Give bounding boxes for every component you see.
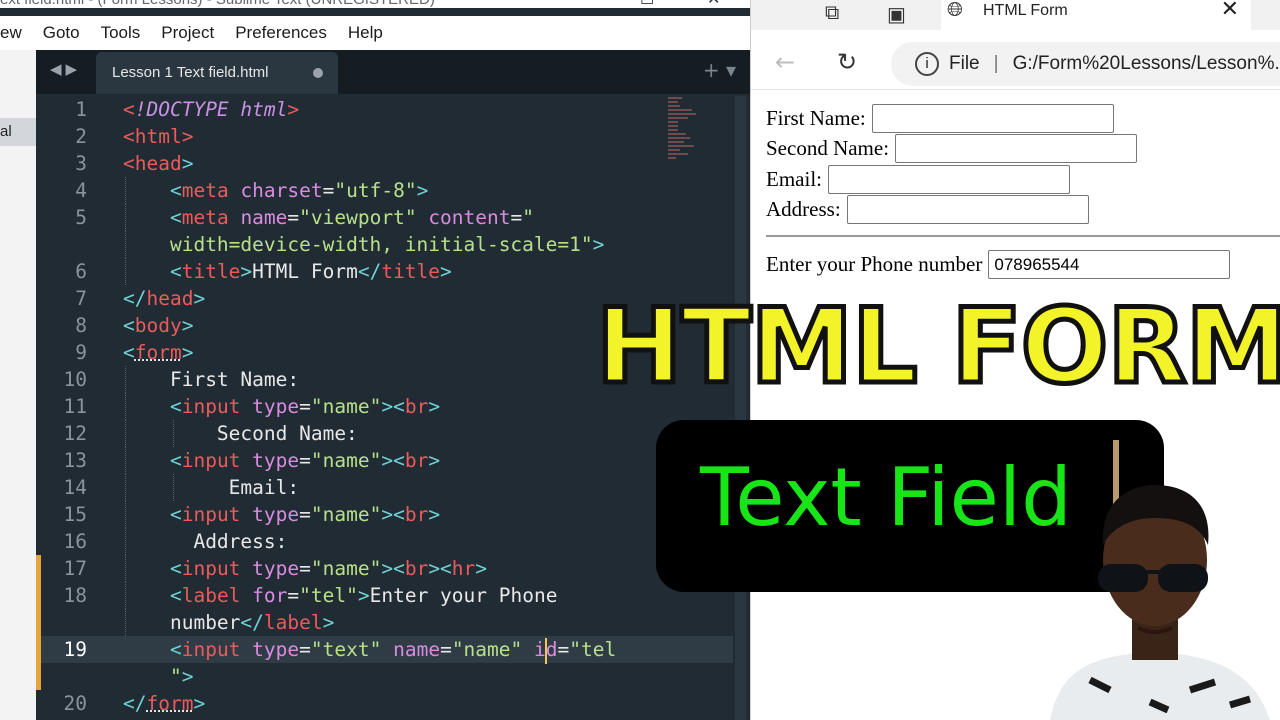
code-line: 2 <html> (75, 125, 194, 148)
tab-close-icon[interactable]: ✕ (1221, 0, 1239, 20)
first-name-label: First Name: (766, 105, 866, 130)
code-line: 5 <meta name="viewport" content=" (75, 204, 534, 231)
code-line: number</label> (41, 609, 733, 636)
address-bar[interactable]: i File | G:/Form%20Lessons/Lesson%... (891, 42, 1280, 86)
editor-menu-bar: ew Goto Tools Project Preferences Help (0, 16, 750, 50)
code-line: "> (169, 665, 194, 688)
url-scheme: File (949, 53, 980, 74)
workspaces-icon[interactable]: ⧉ (825, 2, 839, 25)
code-line: 12 Second Name: (63, 420, 358, 447)
code-line: 13 <input type="name"><br> (63, 447, 441, 474)
menu-goto[interactable]: Goto (43, 23, 80, 43)
menu-help[interactable]: Help (348, 23, 383, 43)
vertical-scrollbar[interactable] (735, 96, 746, 720)
browser-tab-strip: ⧉ ▣ 🌐︎ HTML Form ✕ (751, 0, 1280, 30)
code-line: 6 <title>HTML Form</title> (75, 258, 452, 285)
code-line: 4 <meta charset="utf-8"> (75, 177, 429, 204)
code-line: 16 Address: (63, 528, 288, 555)
form-row-second-name: Second Name: (766, 133, 1138, 163)
tab-nav-arrows-icon[interactable]: ◀▶ (50, 60, 81, 78)
code-line: 14 Email: (63, 474, 300, 501)
menu-view[interactable]: ew (0, 23, 22, 43)
maximize-icon[interactable]: ☐ (640, 0, 654, 8)
address-row: ← ↻ i File | G:/Form%20Lessons/Lesson%... (751, 30, 1280, 90)
email-label: Email: (766, 166, 822, 191)
tab-actions-icon[interactable]: ▣ (887, 2, 906, 27)
refresh-icon[interactable]: ↻ (837, 48, 857, 76)
editor-tab-bar: ◀▶ Lesson 1 Text field.html + ▾ (36, 50, 750, 94)
thumbnail-subtitle: Text Field (700, 451, 1072, 544)
form-row-address: Address: (766, 194, 1089, 224)
phone-label: Enter your Phone number (766, 251, 983, 276)
code-line: 1 <!DOCTYPE html> (75, 98, 300, 121)
menu-tools[interactable]: Tools (101, 23, 141, 43)
unsaved-dot-icon[interactable] (313, 68, 323, 78)
menu-project[interactable]: Project (161, 23, 214, 43)
form-row-first-name: First Name: (766, 103, 1114, 133)
second-name-input[interactable] (895, 133, 1138, 163)
second-name-label: Second Name: (766, 135, 890, 160)
sunglasses-right (1158, 564, 1208, 592)
phone-input[interactable]: 078965544 (988, 249, 1231, 279)
browser-tab-title: HTML Form (983, 2, 1068, 19)
horizontal-rule (766, 235, 1280, 237)
sidebar-item-selected[interactable]: al (0, 118, 36, 146)
code-line-active: 19 <input type="text" name="name" id="te… (41, 636, 733, 664)
first-name-input[interactable] (871, 103, 1114, 133)
form-row-email: Email: (766, 164, 1070, 194)
globe-icon: 🌐︎ (947, 0, 963, 21)
presenter-photo (1050, 440, 1270, 720)
code-line: 3 <head> (75, 152, 194, 175)
minimap[interactable] (668, 97, 700, 167)
code-line: 20 </form> (63, 692, 206, 715)
address-label: Address: (766, 196, 841, 221)
tab-lesson-1[interactable]: Lesson 1 Text field.html (96, 52, 338, 94)
code-line: width=device-width, initial-scale=1"> (41, 231, 733, 258)
url-text: G:/Form%20Lessons/Lesson%... (1012, 53, 1280, 74)
back-arrow-icon[interactable]: ← (775, 48, 795, 76)
form-row-phone: Enter your Phone number 078965544 (766, 249, 1231, 279)
editor-title-bar: ext field.html - (Form Lessons) - Sublim… (0, 0, 750, 8)
browser-tab-html-form[interactable]: 🌐︎ HTML Form ✕ (941, 0, 1251, 30)
file-sidebar: al (0, 50, 36, 720)
code-line: 17 <input type="name"><br><hr> (63, 555, 488, 582)
code-line: 15 <input type="name"><br> (63, 501, 441, 528)
thumbnail-title: HTML FORM (593, 287, 1280, 407)
address-input[interactable] (846, 194, 1089, 224)
menu-preferences[interactable]: Preferences (235, 23, 327, 43)
close-icon[interactable]: ✕ (707, 0, 720, 8)
tab-label: Lesson 1 Text field.html (112, 64, 269, 81)
info-icon[interactable]: i (915, 51, 939, 76)
code-line: 18 <label for="tel">Enter your Phone (63, 582, 558, 609)
email-input[interactable] (828, 164, 1070, 194)
tab-tools-icon[interactable]: + ▾ (703, 58, 736, 82)
editor-title: ext field.html - (Form Lessons) - Sublim… (0, 0, 435, 8)
sunglasses-left (1098, 564, 1148, 592)
